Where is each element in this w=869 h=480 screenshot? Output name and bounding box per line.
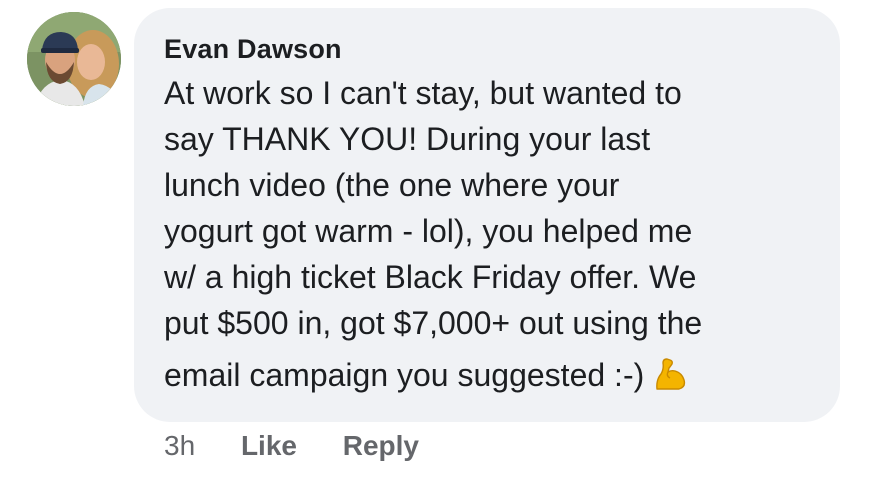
comment-line: At work so I can't stay, but wanted to: [164, 75, 682, 111]
reply-button[interactable]: Reply: [343, 428, 419, 464]
comment: Evan Dawson At work so I can't stay, but…: [0, 0, 869, 480]
comment-line: put $500 in, got $7,000+ out using the: [164, 305, 703, 341]
comment-line-last: email campaign you suggested :-): [164, 352, 824, 404]
comment-line: w/ a high ticket Black Friday offer. We: [164, 259, 697, 295]
timestamp[interactable]: 3h: [164, 428, 195, 464]
comment-bubble: Evan Dawson At work so I can't stay, but…: [134, 8, 840, 422]
comment-line: lunch video (the one where your: [164, 167, 620, 203]
avatar[interactable]: [27, 12, 121, 106]
comment-line: say THANK YOU! During your last: [164, 121, 651, 157]
like-button[interactable]: Like: [241, 428, 297, 464]
avatar-photo: [27, 12, 121, 106]
comment-line: email campaign you suggested :-): [164, 357, 645, 393]
comment-actions: 3h Like Reply: [164, 428, 419, 464]
comment-line: yogurt got warm - lol), you helped me: [164, 213, 693, 249]
author-name[interactable]: Evan Dawson: [164, 30, 812, 68]
flexed-biceps-icon: [652, 356, 688, 404]
comment-text: At work so I can't stay, but wanted to s…: [164, 70, 824, 404]
